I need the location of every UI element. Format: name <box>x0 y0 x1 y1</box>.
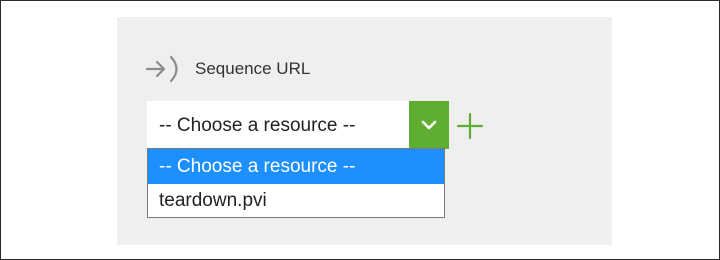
plus-icon <box>456 112 484 140</box>
add-resource-button[interactable] <box>454 110 486 142</box>
resource-dropdown-list: -- Choose a resource -- teardown.pvi <box>147 148 445 218</box>
input-arrow-icon <box>145 55 178 83</box>
dropdown-option-choose[interactable]: -- Choose a resource -- <box>148 149 444 184</box>
field-label-row: Sequence URL <box>144 54 310 84</box>
chevron-down-icon <box>421 120 437 130</box>
field-label: Sequence URL <box>195 59 311 78</box>
resource-select-value: -- Choose a resource -- <box>159 115 356 136</box>
dropdown-toggle-button[interactable] <box>409 101 449 149</box>
resource-select[interactable]: -- Choose a resource -- <box>147 101 449 149</box>
dropdown-option-teardown[interactable]: teardown.pvi <box>148 184 444 218</box>
